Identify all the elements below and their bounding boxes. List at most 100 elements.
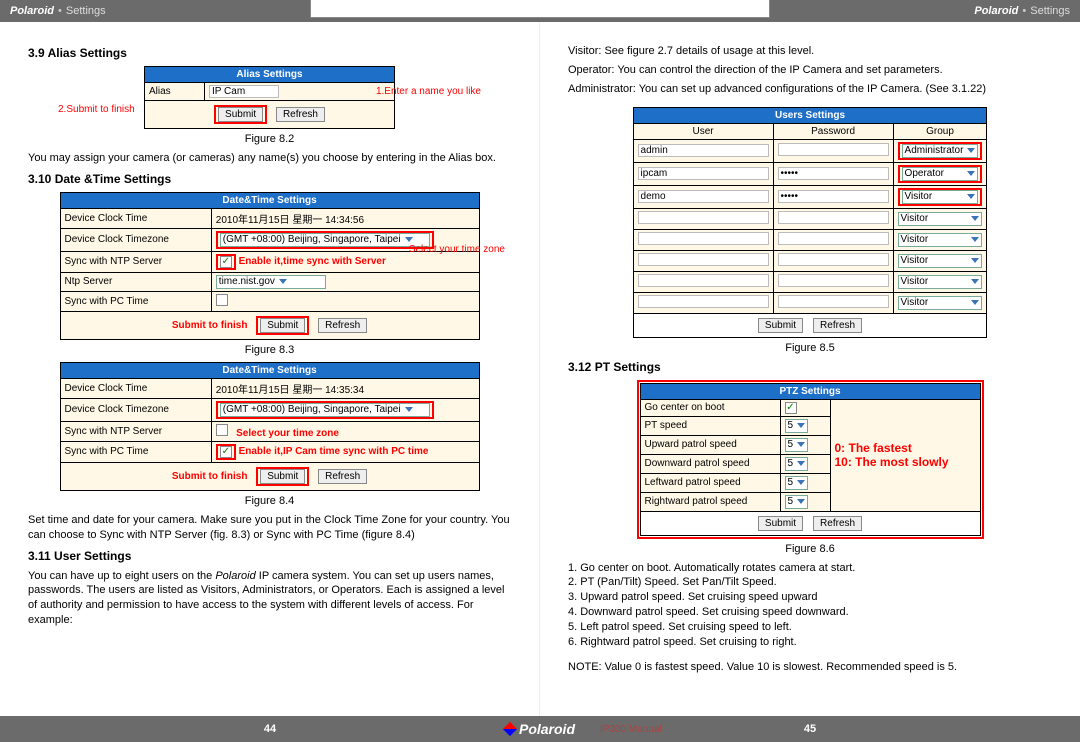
password-input[interactable] — [778, 253, 889, 266]
users-submit-button[interactable]: Submit — [758, 318, 803, 333]
footer-bar: 44 Polaroid IP300 Manual 45 — [0, 716, 1080, 742]
chevron-down-icon — [971, 216, 979, 221]
password-input[interactable] — [778, 143, 889, 156]
alias-input[interactable]: IP Cam — [209, 85, 279, 98]
chevron-down-icon — [967, 194, 975, 199]
user-input[interactable] — [638, 274, 769, 287]
user-input[interactable]: demo — [638, 190, 769, 203]
user-input[interactable] — [638, 211, 769, 224]
dt83-dtz-label: Device Clock Timezone — [60, 228, 211, 251]
dt84-ntp-checkbox[interactable] — [216, 424, 228, 436]
users-settings-table: Users Settings User Password Group admin… — [633, 107, 988, 314]
brand-sub-right: Settings — [1030, 5, 1070, 17]
group-select[interactable]: Visitor — [898, 275, 983, 289]
chevron-down-icon — [797, 499, 805, 504]
group-select[interactable]: Visitor — [902, 190, 979, 204]
ptz-speed-select[interactable]: 5 — [785, 457, 809, 471]
group-select[interactable]: Visitor — [898, 254, 983, 268]
ptz-row-label: Go center on boot — [640, 399, 780, 416]
user-input[interactable] — [638, 232, 769, 245]
chevron-down-icon — [967, 148, 975, 153]
group-select[interactable]: Visitor — [898, 212, 983, 226]
ptz-speed-select[interactable]: 5 — [785, 476, 809, 490]
dt83-pc-checkbox[interactable] — [216, 294, 228, 306]
alias-row-label: Alias — [145, 83, 205, 101]
alias-anno-2: 2.Submit to finish — [58, 104, 135, 115]
dt83-submit-button[interactable]: Submit — [260, 318, 305, 333]
footer-brand: Polaroid — [505, 721, 575, 737]
header-center-box — [310, 0, 770, 18]
polaroid-logo-icon — [503, 722, 517, 736]
ptz-row-label: PT speed — [640, 416, 780, 435]
intro-visitor: Visitor: See figure 2.7 details of usage… — [568, 44, 1052, 59]
group-select[interactable]: Visitor — [898, 233, 983, 247]
ptz-title: PTZ Settings — [640, 383, 980, 399]
dt83-ntp-checkbox[interactable]: ✓ — [220, 256, 232, 268]
alias-submit-button[interactable]: Submit — [218, 107, 263, 122]
ptz-row-label: Rightward patrol speed — [640, 492, 780, 511]
ptz-speed-select[interactable]: 5 — [785, 419, 809, 433]
caption-8-3: Figure 8.3 — [28, 344, 511, 356]
table-row: Visitor — [633, 229, 987, 250]
user-input[interactable]: ipcam — [638, 167, 769, 180]
chevron-down-icon — [405, 407, 413, 412]
sec-3-11-title: 3.11 User Settings — [28, 549, 511, 563]
group-select[interactable]: Operator — [902, 167, 979, 181]
ptz-row-label: Upward patrol speed — [640, 435, 780, 454]
dt84-pc-checkbox[interactable]: ✓ — [220, 446, 232, 458]
user-input[interactable] — [638, 295, 769, 308]
password-input[interactable] — [778, 211, 889, 224]
ptz-description-list: 1. Go center on boot. Automatically rota… — [568, 561, 1052, 650]
dt83-pc-label: Sync with PC Time — [60, 291, 211, 311]
password-input[interactable]: ••••• — [778, 190, 889, 203]
password-input[interactable]: ••••• — [778, 167, 889, 180]
dt84-pc-anno: Enable it,IP Cam time sync with PC time — [239, 446, 429, 457]
group-select[interactable]: Visitor — [898, 296, 983, 310]
dt84-select-zone-anno: Select your time zone — [236, 428, 339, 439]
alias-refresh-button[interactable]: Refresh — [276, 107, 325, 122]
dt84-submit-button[interactable]: Submit — [260, 469, 305, 484]
p-3-9: You may assign your camera (or cameras) … — [28, 151, 511, 166]
table-row: admin Administrator — [633, 139, 987, 162]
ptz-refresh-button[interactable]: Refresh — [813, 516, 862, 531]
table-row: Visitor — [633, 208, 987, 229]
password-input[interactable] — [778, 274, 889, 287]
user-input[interactable] — [638, 253, 769, 266]
ptz-speed-select[interactable]: 5 — [785, 495, 809, 509]
brand-right: Polaroid — [974, 5, 1018, 17]
ptz-note: NOTE: Value 0 is fastest speed. Value 10… — [568, 660, 1052, 675]
sec-3-9-title: 3.9 Alias Settings — [28, 46, 511, 60]
p-3-11: You can have up to eight users on the Po… — [28, 569, 511, 628]
dt84-timezone-select[interactable]: (GMT +08:00) Beijing, Singapore, Taipei — [220, 403, 430, 417]
dt83-refresh-button[interactable]: Refresh — [318, 318, 367, 333]
footer-manual-label: IP300 Manual — [600, 724, 662, 735]
ptz-speed-select[interactable]: 5 — [785, 438, 809, 452]
sec-3-10-title: 3.10 Date &Time Settings — [28, 172, 511, 186]
password-input[interactable] — [778, 295, 889, 308]
group-select[interactable]: Administrator — [902, 144, 979, 158]
dt83-timezone-select[interactable]: (GMT +08:00) Beijing, Singapore, Taipei — [220, 233, 430, 247]
alias-title: Alias Settings — [145, 67, 395, 83]
dt84-refresh-button[interactable]: Refresh — [318, 469, 367, 484]
dt83-ntp-anno: Enable it,time sync with Server — [239, 256, 386, 267]
dt83-ntp-label: Sync with NTP Server — [60, 251, 211, 272]
users-title: Users Settings — [633, 107, 987, 123]
dt83-ntpserver-select[interactable]: time.nist.gov — [216, 275, 326, 289]
users-refresh-button[interactable]: Refresh — [813, 318, 862, 333]
caption-8-5: Figure 8.5 — [568, 342, 1052, 354]
ptz-submit-button[interactable]: Submit — [758, 516, 803, 531]
chevron-down-icon — [279, 279, 287, 284]
dt84-pc-label: Sync with PC Time — [60, 441, 211, 462]
chevron-down-icon — [797, 480, 805, 485]
ptz-checkbox[interactable]: ✓ — [785, 402, 797, 414]
dt84-ntp-label: Sync with NTP Server — [60, 421, 211, 441]
dt84-dtz-label: Device Clock Timezone — [60, 398, 211, 421]
ptz-anno-10: 10: The most slowly — [835, 455, 976, 469]
table-row: demo ••••• Visitor — [633, 185, 987, 208]
list-item: 1. Go center on boot. Automatically rota… — [568, 561, 1052, 576]
dt83-dct-label: Device Clock Time — [60, 208, 211, 228]
user-input[interactable]: admin — [638, 144, 769, 157]
password-input[interactable] — [778, 232, 889, 245]
chevron-down-icon — [971, 279, 979, 284]
table-row: Visitor — [633, 292, 987, 313]
